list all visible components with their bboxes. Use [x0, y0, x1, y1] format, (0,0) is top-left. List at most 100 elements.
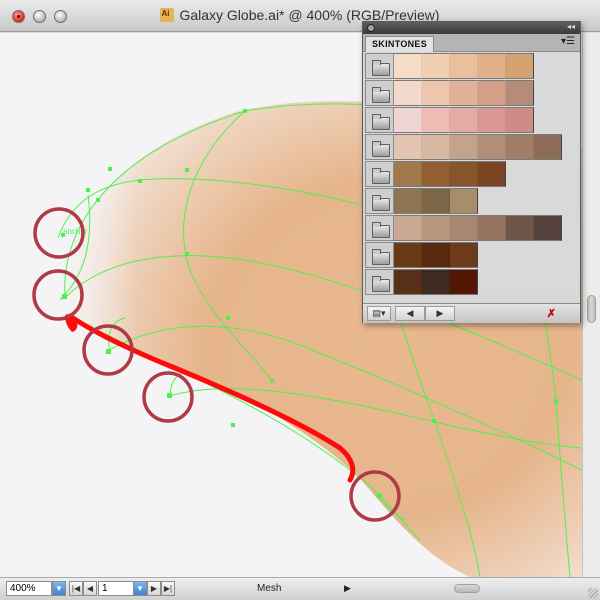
color-swatch[interactable] [394, 269, 422, 295]
swatch-group-row [365, 188, 478, 215]
mesh-point[interactable] [231, 423, 235, 427]
color-swatch[interactable] [394, 161, 422, 187]
tab-skintones[interactable]: SKINTONES [365, 36, 435, 52]
color-swatch[interactable] [450, 161, 478, 187]
color-swatch[interactable] [478, 107, 506, 133]
color-swatch[interactable] [422, 242, 450, 268]
artboard-dropdown-arrow-icon[interactable]: ▼ [133, 581, 147, 596]
mesh-point[interactable] [270, 379, 274, 383]
color-swatch[interactable] [394, 80, 422, 106]
color-group-folder-icon[interactable] [365, 269, 394, 295]
color-swatch[interactable] [422, 107, 450, 133]
color-swatch[interactable] [394, 107, 422, 133]
mesh-point[interactable] [167, 393, 172, 398]
horizontal-scrollbar[interactable] [358, 581, 580, 596]
color-swatch[interactable] [394, 215, 422, 241]
mesh-point[interactable] [554, 399, 558, 403]
color-swatch[interactable] [534, 215, 562, 241]
swatch-grid [365, 53, 578, 295]
panel-tab-bar: SKINTONES ▾☰ [363, 34, 580, 52]
swatch-group-row [365, 80, 534, 107]
zoom-level-field[interactable]: 400% [6, 581, 52, 596]
swatch-group-row [365, 134, 562, 161]
panel-header[interactable]: ◂◂ [363, 22, 580, 34]
artboard-number-field[interactable]: 1 [98, 581, 134, 596]
color-swatch[interactable] [506, 53, 534, 79]
color-swatch[interactable] [506, 107, 534, 133]
color-swatch[interactable] [450, 269, 478, 295]
swatch-group-row [365, 269, 478, 296]
first-artboard-icon[interactable]: |◀ [69, 581, 83, 596]
current-tool-readout[interactable]: Mesh [257, 583, 281, 594]
color-swatch[interactable] [450, 107, 478, 133]
color-swatch[interactable] [394, 134, 422, 160]
color-swatch[interactable] [450, 215, 478, 241]
skintones-swatch-panel[interactable]: ◂◂ SKINTONES ▾☰ ▤▾ ◀ ▶ ✗ [362, 21, 581, 323]
color-swatch[interactable] [478, 215, 506, 241]
color-swatch[interactable] [422, 161, 450, 187]
swatch-libraries-menu-icon[interactable]: ▤▾ [367, 306, 391, 321]
color-swatch[interactable] [422, 53, 450, 79]
color-group-folder-icon[interactable] [365, 53, 394, 79]
panel-close-icon[interactable] [367, 24, 375, 32]
color-swatch[interactable] [506, 215, 534, 241]
color-swatch[interactable] [394, 53, 422, 79]
delete-swatch-icon[interactable]: ✗ [547, 307, 556, 320]
color-swatch[interactable] [478, 134, 506, 160]
mesh-point[interactable] [106, 349, 111, 354]
mesh-point[interactable] [96, 198, 100, 202]
color-group-folder-icon[interactable] [365, 215, 394, 241]
last-artboard-icon[interactable]: ▶| [161, 581, 175, 596]
mesh-point[interactable] [108, 167, 112, 171]
color-swatch[interactable] [478, 80, 506, 106]
next-library-icon[interactable]: ▶ [425, 306, 455, 321]
color-swatch[interactable] [450, 188, 478, 214]
vertical-scroll-thumb[interactable] [587, 295, 596, 323]
color-swatch[interactable] [450, 80, 478, 106]
color-swatch[interactable] [422, 269, 450, 295]
color-group-folder-icon[interactable] [365, 107, 394, 133]
mesh-point[interactable] [138, 179, 142, 183]
color-swatch[interactable] [478, 53, 506, 79]
swatch-group-row [365, 215, 562, 242]
previous-library-icon[interactable]: ◀ [395, 306, 425, 321]
swatch-group-row [365, 161, 506, 188]
illustrator-document-window: Galaxy Globe.ai* @ 400% (RGB/Preview) [0, 0, 600, 600]
zoom-dropdown-arrow-icon[interactable]: ▼ [52, 581, 66, 596]
color-group-folder-icon[interactable] [365, 134, 394, 160]
color-swatch[interactable] [534, 134, 562, 160]
previous-artboard-icon[interactable]: ◀ [83, 581, 97, 596]
mesh-point[interactable] [243, 109, 247, 113]
color-swatch[interactable] [422, 134, 450, 160]
color-swatch[interactable] [450, 134, 478, 160]
color-swatch[interactable] [450, 53, 478, 79]
color-group-folder-icon[interactable] [365, 242, 394, 268]
color-swatch[interactable] [506, 134, 534, 160]
mesh-point[interactable] [432, 419, 436, 423]
color-swatch[interactable] [394, 242, 422, 268]
mesh-point[interactable] [185, 252, 189, 256]
color-swatch[interactable] [422, 80, 450, 106]
window-resize-grip-icon[interactable] [588, 588, 598, 598]
color-group-folder-icon[interactable] [365, 161, 394, 187]
color-swatch[interactable] [422, 215, 450, 241]
mesh-point[interactable] [86, 188, 90, 192]
color-swatch[interactable] [478, 161, 506, 187]
color-swatch[interactable] [422, 188, 450, 214]
color-group-folder-icon[interactable] [365, 188, 394, 214]
panel-collapse-icon[interactable]: ◂◂ [567, 22, 575, 31]
mesh-point[interactable] [226, 316, 230, 320]
mesh-point-selected[interactable] [62, 294, 67, 299]
vertical-scrollbar[interactable] [582, 33, 600, 577]
next-artboard-icon[interactable]: ▶ [147, 581, 161, 596]
color-group-folder-icon[interactable] [365, 80, 394, 106]
mesh-point[interactable] [185, 168, 189, 172]
panel-menu-icon[interactable]: ▾☰ [561, 36, 575, 47]
color-swatch[interactable] [394, 188, 422, 214]
color-swatch[interactable] [506, 80, 534, 106]
mesh-point[interactable] [377, 493, 382, 498]
color-swatch[interactable] [450, 242, 478, 268]
horizontal-scroll-thumb[interactable] [454, 584, 480, 593]
status-menu-triangle-icon[interactable]: ▶ [344, 583, 351, 594]
swatch-group-row [365, 107, 534, 134]
